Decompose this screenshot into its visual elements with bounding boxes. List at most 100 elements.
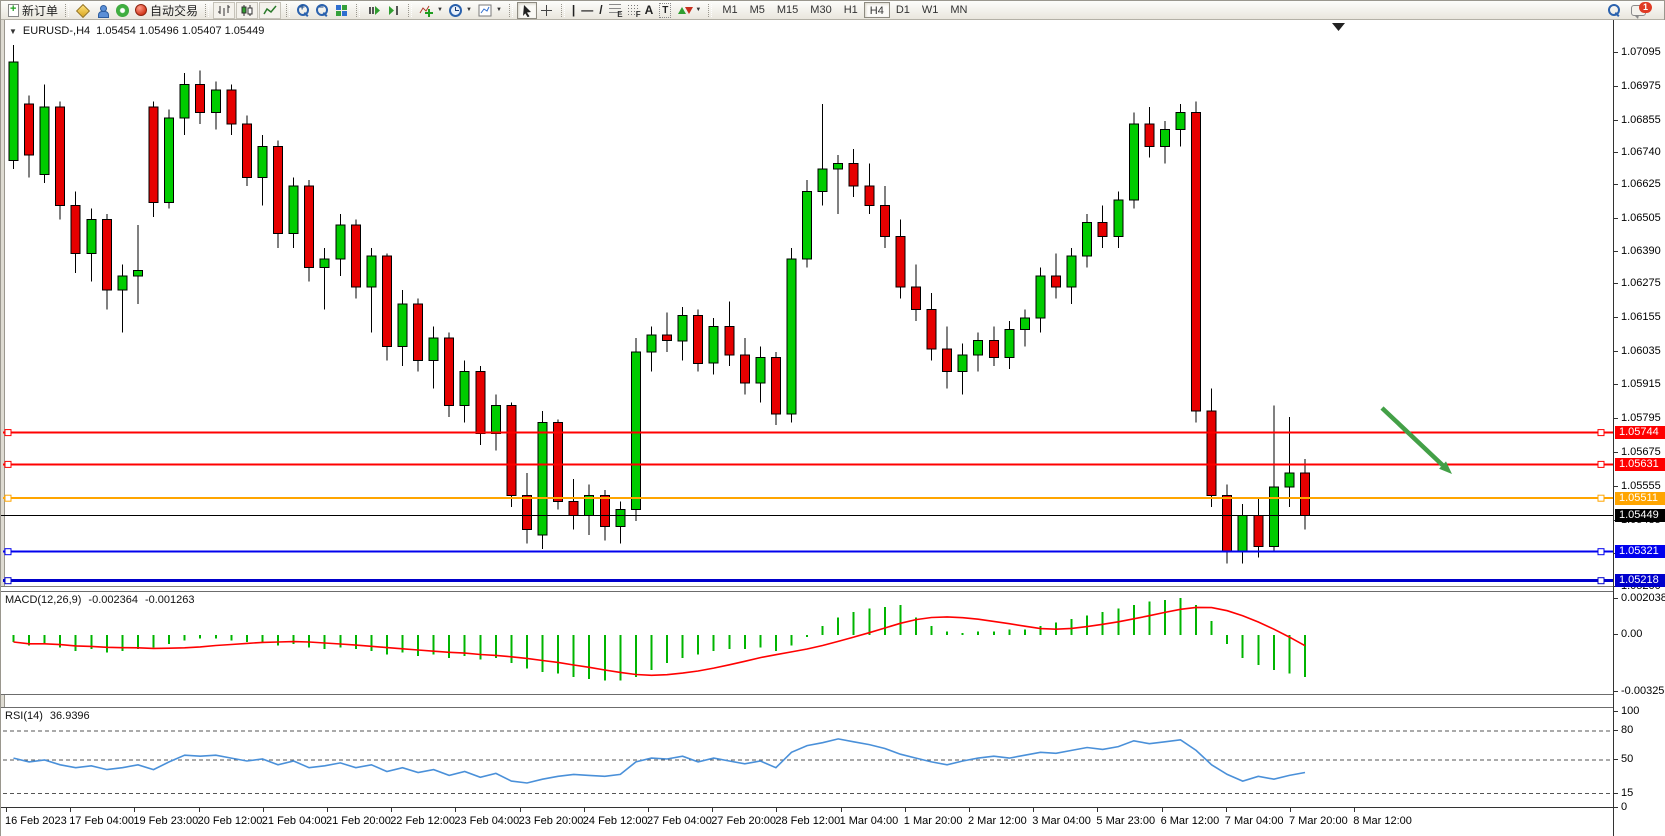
time-tick [1226,808,1227,812]
time-tick [584,808,585,812]
price-chart-panel[interactable]: ▼ EURUSD-,H4 1.05454 1.05496 1.05407 1.0… [1,20,1613,586]
hline-handle[interactable] [1598,578,1604,584]
bid-price-badge: 1.05449 [1615,509,1665,522]
chevron-down-icon[interactable]: ▼ [695,7,701,13]
time-tick [6,808,7,812]
bear-candle [227,90,236,124]
autotrade-button[interactable]: 自动交易 [132,2,201,19]
time-label: 8 Mar 12:00 [1353,815,1412,827]
chevron-down-icon[interactable]: ▼ [437,7,443,13]
vertical-line-tool-button[interactable]: | [569,2,578,19]
hline-handle[interactable] [5,461,11,467]
chevron-down-icon[interactable]: ▼ [466,7,472,13]
hline-handle[interactable] [1598,461,1604,467]
label-tool-button[interactable]: T [656,2,674,19]
timeframe-m15[interactable]: M15 [771,2,804,18]
chart-shift-marker[interactable] [1332,23,1345,31]
bull-candle [787,259,796,414]
signals-button[interactable] [113,2,132,19]
text-tool-button[interactable]: A [642,2,657,19]
candles-layer [9,45,1309,563]
macd-main-value: -0.002364 [88,594,138,606]
time-label: 1 Mar 04:00 [840,815,899,827]
time-tick [648,808,649,812]
cursor-tool-button[interactable] [517,2,537,19]
horizontal-line-tool-button[interactable]: — [578,2,596,19]
bull-candle [1020,318,1029,329]
shapes-tool-button[interactable]: ▼ [674,2,704,19]
hline-handle[interactable] [5,495,11,501]
arrow-annotation[interactable] [1382,408,1443,465]
time-axis[interactable]: 16 Feb 202317 Feb 04:0019 Feb 23:0020 Fe… [1,807,1665,836]
search-icon[interactable] [1608,4,1621,17]
hline-handle[interactable] [5,430,11,436]
chart-shift-icon [387,4,401,17]
macd-label: MACD(12,26,9) -0.002364 -0.001263 [5,594,195,606]
timeframe-mn[interactable]: MN [944,2,973,18]
indicators-button[interactable]: ▼ [416,2,446,19]
bull-candle [491,406,500,434]
fibonacci-tool-button[interactable]: E [606,2,624,19]
shapes-icon [677,4,691,17]
line-chart-button[interactable] [259,2,281,19]
time-tick [905,808,906,812]
chevron-down-icon[interactable]: ▼ [496,7,502,13]
timeframe-h1[interactable]: H1 [838,2,864,18]
hline-handle[interactable] [1598,549,1604,555]
bear-candle [507,406,516,496]
horizontal-line-icon: — [581,4,593,17]
periods-button[interactable]: ▼ [446,2,475,19]
navigator-button[interactable] [93,2,113,19]
zoom-in-button[interactable]: + [294,2,313,19]
timeframe-h4[interactable]: H4 [864,2,890,18]
rsi-chart [1,708,1613,807]
tile-windows-button[interactable] [332,2,352,19]
bar-chart-button[interactable] [213,2,235,19]
trendline-tool-button[interactable]: / [596,2,605,19]
new-order-button[interactable]: 新订单 [5,2,61,19]
rsi-panel[interactable]: RSI(14) 36.9396 [1,707,1613,807]
timeframe-m30[interactable]: M30 [804,2,837,18]
timeframe-w1[interactable]: W1 [916,2,945,18]
crosshair-tool-button[interactable] [537,2,557,19]
time-label: 5 Mar 23:00 [1096,815,1155,827]
bear-candle [305,186,314,268]
bear-candle [569,501,578,515]
bull-candle [538,422,547,535]
time-tick [455,808,456,812]
time-label: 23 Feb 04:00 [454,815,519,827]
toolbar-separator [561,4,565,17]
hline-handle[interactable] [1598,495,1604,501]
bull-candle [211,90,220,113]
timeframe-m1[interactable]: M1 [716,2,743,18]
chart-shift-button[interactable] [384,2,404,19]
price-tick-label: 1.05915 [1621,378,1661,391]
notifications-icon[interactable]: 1 [1631,5,1646,16]
candlestick-chart-button[interactable] [236,2,258,19]
market-watch-button[interactable] [73,2,93,19]
auto-scroll-button[interactable] [364,2,384,19]
time-tick [199,808,200,812]
timeframe-d1[interactable]: D1 [890,2,916,18]
bear-candle [896,237,905,288]
price-axis[interactable]: 1.070951.069751.068551.067401.066251.065… [1613,20,1665,836]
bull-candle [834,163,843,169]
new-order-icon [8,4,19,17]
zoom-out-button[interactable]: − [313,2,332,19]
hline-handle[interactable] [5,549,11,555]
time-tick [969,808,970,812]
templates-button[interactable]: ▼ [475,2,505,19]
template-icon [478,4,492,17]
grid-tool-button[interactable]: F [624,2,642,19]
time-label: 27 Feb 20:00 [711,815,776,827]
bear-candle [149,107,158,203]
navigator-icon [96,4,110,17]
toolbar-separator [65,4,69,17]
chart-menu-icon[interactable]: ▼ [9,27,17,36]
bull-candle [709,327,718,364]
macd-panel[interactable]: MACD(12,26,9) -0.002364 -0.001263 [1,591,1613,695]
hline-handle[interactable] [5,578,11,584]
time-label: 20 Feb 12:00 [198,815,263,827]
hline-handle[interactable] [1598,430,1604,436]
timeframe-m5[interactable]: M5 [744,2,771,18]
